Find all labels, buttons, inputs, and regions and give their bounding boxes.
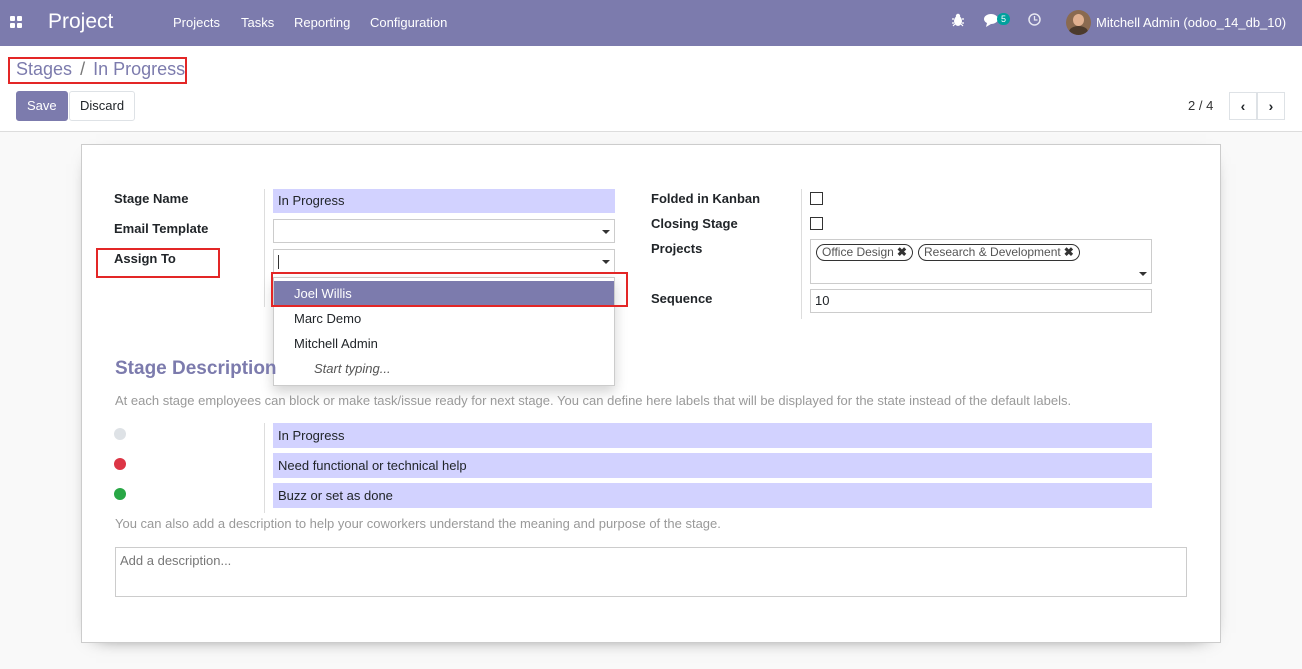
menu-tasks[interactable]: Tasks: [241, 15, 274, 30]
folded-kanban-checkbox[interactable]: [810, 192, 823, 205]
assign-to-field[interactable]: [273, 249, 615, 273]
email-template-label: Email Template: [114, 221, 209, 236]
project-tag-label: Research & Development: [924, 245, 1061, 259]
chevron-right-icon: ›: [1268, 98, 1274, 114]
legend-separator: [264, 423, 265, 513]
menu-reporting[interactable]: Reporting: [294, 15, 350, 30]
bug-icon[interactable]: [952, 13, 964, 30]
stage-description-title: Stage Description: [115, 358, 277, 379]
legend-done-dot: [114, 488, 126, 500]
legend-blocked-dot: [114, 458, 126, 470]
user-avatar[interactable]: [1066, 10, 1091, 35]
stage-description-help: At each stage employees can block or mak…: [115, 393, 1072, 408]
legend-normal-dot: [114, 428, 126, 440]
chevron-left-icon: ‹: [1240, 98, 1246, 114]
sequence-field[interactable]: 10: [810, 289, 1152, 313]
left-group-separator: [264, 189, 265, 307]
caret-down-icon: [602, 260, 610, 264]
assign-to-highlight-box: [96, 248, 220, 278]
legend-done-field[interactable]: Buzz or set as done: [273, 483, 1152, 508]
dropdown-option[interactable]: Marc Demo: [274, 306, 614, 331]
projects-label: Projects: [651, 241, 703, 256]
stage-name-field[interactable]: In Progress: [273, 189, 615, 213]
app-title[interactable]: Project: [48, 10, 113, 34]
pager-value[interactable]: 2 / 4: [1188, 98, 1213, 113]
caret-down-icon: [1139, 272, 1147, 276]
email-template-field[interactable]: [273, 219, 615, 243]
closing-stage-label: Closing Stage: [651, 216, 738, 231]
dropdown-option-highlight-box: [271, 272, 628, 307]
menu-projects[interactable]: Projects: [173, 15, 220, 30]
user-menu[interactable]: Mitchell Admin (odoo_14_db_10): [1096, 15, 1286, 30]
description-help: You can also add a description to help y…: [115, 516, 721, 531]
control-panel: Stages / In Progress Save Discard 2 / 4 …: [0, 46, 1302, 132]
remove-tag-icon[interactable]: ✖: [1064, 245, 1074, 259]
closing-stage-checkbox[interactable]: [810, 217, 823, 230]
save-button[interactable]: Save: [16, 91, 68, 121]
description-textarea[interactable]: Add a description...: [115, 547, 1187, 597]
dropdown-start-typing-hint[interactable]: Start typing...: [274, 356, 614, 381]
remove-tag-icon[interactable]: ✖: [897, 245, 907, 259]
messages-count-badge: 5: [997, 13, 1011, 25]
breadcrumb-highlight-box: [8, 57, 187, 84]
discard-button[interactable]: Discard: [69, 91, 136, 121]
project-tag-office-design[interactable]: Office Design ✖: [816, 244, 913, 261]
right-group-separator: [801, 189, 802, 319]
projects-many2many-field[interactable]: Office Design ✖ Research & Development ✖: [810, 239, 1152, 284]
pager-next-button[interactable]: ›: [1257, 92, 1285, 120]
activity-clock-icon[interactable]: [1028, 13, 1041, 29]
dropdown-option[interactable]: Mitchell Admin: [274, 331, 614, 356]
sequence-label: Sequence: [651, 291, 713, 306]
legend-normal-field[interactable]: In Progress: [273, 423, 1152, 448]
text-cursor: [278, 254, 279, 269]
menu-configuration[interactable]: Configuration: [370, 15, 447, 30]
project-tag-research-development[interactable]: Research & Development ✖: [918, 244, 1080, 261]
caret-down-icon: [602, 230, 610, 234]
legend-blocked-field[interactable]: Need functional or technical help: [273, 453, 1152, 478]
apps-menu-icon[interactable]: [10, 16, 23, 29]
project-tag-label: Office Design: [822, 245, 894, 259]
pager-previous-button[interactable]: ‹: [1229, 92, 1257, 120]
top-navbar: Project Projects Tasks Reporting Configu…: [0, 0, 1302, 46]
stage-name-label: Stage Name: [114, 191, 189, 206]
folded-kanban-label: Folded in Kanban: [651, 191, 761, 206]
